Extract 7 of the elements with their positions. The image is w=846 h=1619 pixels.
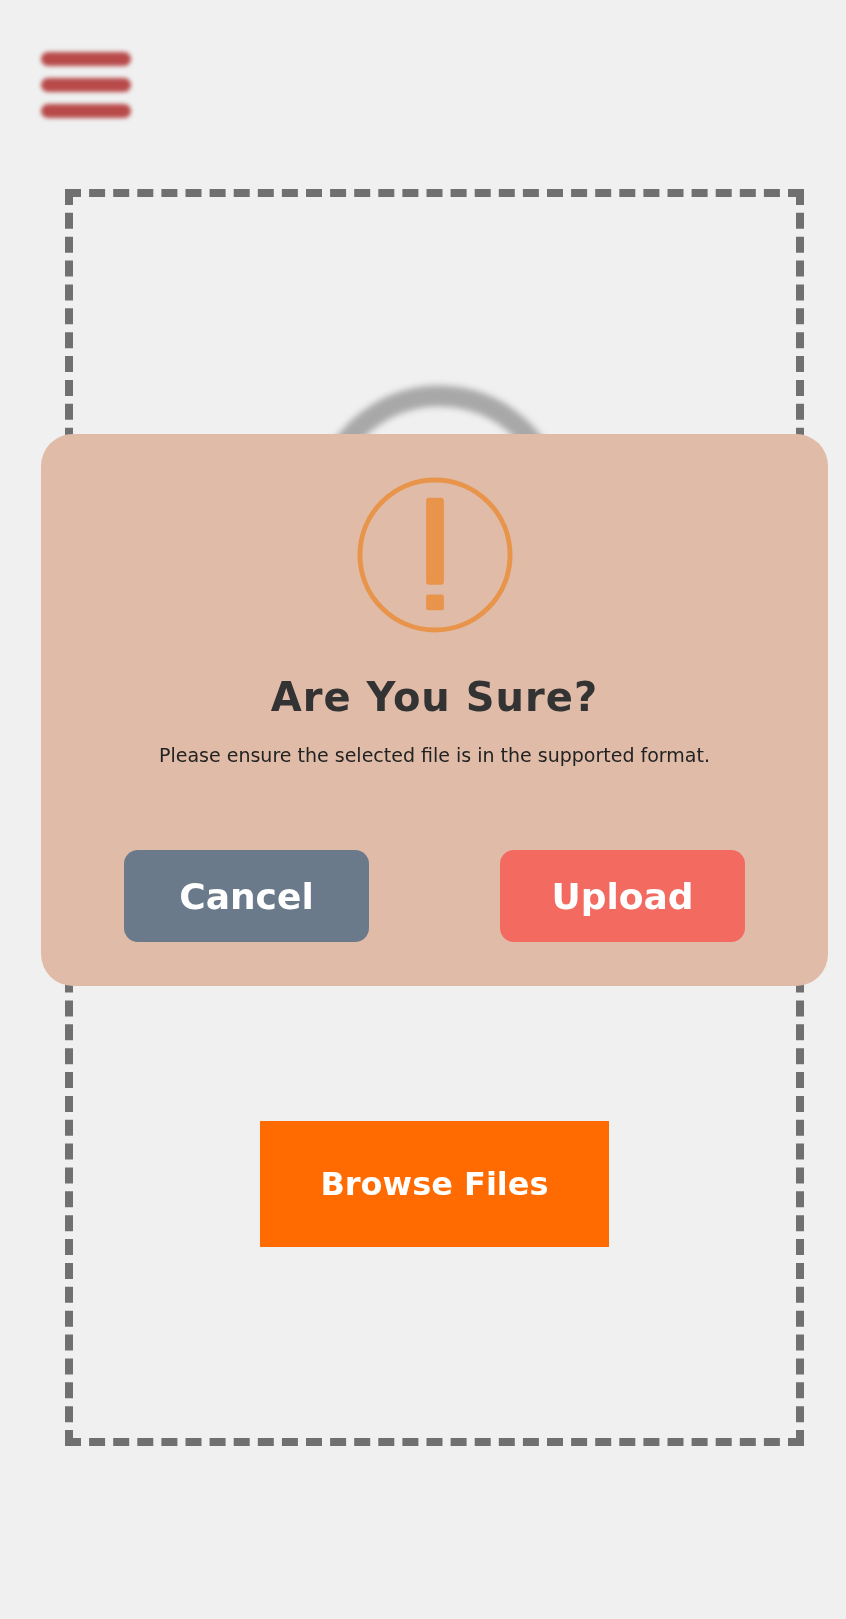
upload-button[interactable]: Upload (500, 850, 745, 942)
dialog-message: Please ensure the selected file is in the supported format. (159, 744, 710, 766)
cancel-button[interactable]: Cancel (124, 850, 369, 942)
dialog-title: Are You Sure? (270, 674, 599, 720)
warning-icon (355, 476, 514, 634)
menu-icon[interactable] (41, 52, 131, 118)
browse-files-button[interactable]: Browse Files (260, 1121, 609, 1247)
